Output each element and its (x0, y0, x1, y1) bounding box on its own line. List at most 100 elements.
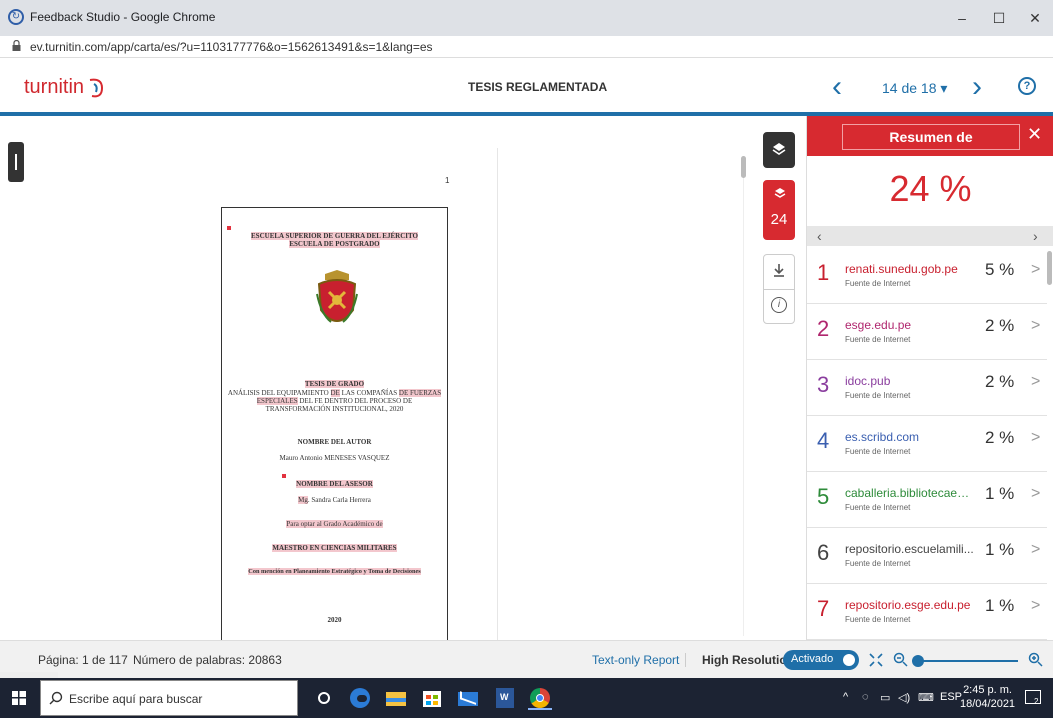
panel-scrollbar-thumb[interactable] (1047, 251, 1052, 285)
match-overview-button[interactable]: 24 (763, 180, 795, 240)
tray-network-icon[interactable]: ▭ (880, 691, 890, 704)
doc-line-grado: Para optar al Grado Académico de (286, 520, 383, 528)
doc-line-asesor: Mg. Sandra Carla Herrera (298, 496, 371, 504)
document-page-selector[interactable]: 14 de 18 ▾ (882, 80, 947, 97)
doc-line-analisis-1: ANÁLISIS DEL EQUIPAMIENTO DE LAS COMPAÑÍ… (227, 389, 442, 397)
windows-taskbar: Escribe aquí para buscar W ^ ◌ ▭ ◁) ⌨ ES… (0, 678, 1053, 718)
toggle-knob (843, 654, 855, 666)
document-title: TESIS REGLAMENTADA (468, 80, 608, 94)
match-source: repositorio.esge.edu.pe (845, 598, 971, 612)
word-count: Número de palabras: 20863 (133, 653, 282, 667)
zoom-in-icon[interactable] (1028, 652, 1044, 668)
window-title: Feedback Studio - Google Chrome (30, 10, 216, 24)
scrollbar-track[interactable] (743, 156, 744, 636)
clock-time: 2:45 p. m. (963, 684, 1012, 696)
match-row[interactable]: 2 esge.edu.pe Fuente de Internet 2 % > (807, 304, 1047, 360)
match-row[interactable]: 3 idoc.pub Fuente de Internet 2 % > (807, 360, 1047, 416)
match-row[interactable]: 4 es.scribd.com Fuente de Internet 2 % > (807, 416, 1047, 472)
doc-line-asesor-label: NOMBRE DEL ASESOR (296, 480, 373, 488)
taskbar-search-box[interactable]: Escribe aquí para buscar (40, 680, 298, 716)
task-view-icon[interactable] (312, 686, 336, 710)
maximize-button[interactable]: ☐ (984, 6, 1014, 30)
panel-title: Resumen de coincidencias (842, 124, 1020, 169)
match-type: Fuente de Internet (845, 335, 911, 344)
side-panel-handle[interactable] (8, 142, 24, 182)
match-percent: 1 % (985, 540, 1015, 559)
info-icon[interactable]: i (771, 297, 787, 313)
match-type: Fuente de Internet (845, 615, 911, 624)
tray-keyboard-icon[interactable]: ⌨ (918, 691, 934, 704)
help-icon[interactable]: ? (1018, 77, 1036, 95)
panel-prev-button[interactable]: ‹ (817, 228, 822, 244)
file-explorer-icon[interactable] (384, 686, 408, 710)
word-icon[interactable]: W (492, 686, 516, 710)
chrome-icon[interactable] (528, 686, 552, 710)
match-number: 7 (817, 596, 830, 621)
match-row[interactable]: 6 repositorio.escuelamili... Fuente de I… (807, 528, 1047, 584)
prev-document-button[interactable]: ‹ (832, 72, 842, 102)
document-viewer[interactable]: 1 ESCUELA SUPERIOR DE GUERRA DEL EJÉRCIT… (0, 120, 806, 647)
panel-header: Resumen de coincidencias ✕ (807, 116, 1053, 169)
close-window-button[interactable]: ✕ (1020, 6, 1050, 30)
notification-icon[interactable]: 2 (1025, 690, 1041, 706)
edge-browser-icon[interactable] (348, 686, 372, 710)
tray-chevron-up-icon[interactable]: ^ (843, 691, 848, 703)
chevron-right-icon[interactable]: > (1031, 541, 1040, 559)
doc-line-autor-label: NOMBRE DEL AUTOR (297, 438, 372, 446)
match-row[interactable]: 1 renati.sunedu.gob.pe Fuente de Interne… (807, 248, 1047, 304)
match-number: 5 (817, 484, 830, 509)
layers-icon (774, 188, 786, 198)
doc-line-analisis-3: TRANSFORMACIÓN INSTITUCIONAL, 2020 (265, 405, 404, 413)
institution-crest-icon (316, 270, 358, 323)
scrollbar-thumb[interactable] (741, 156, 746, 178)
layers-button[interactable] (763, 132, 795, 168)
url-text[interactable]: ev.turnitin.com/app/carta/es/?u=11031777… (30, 40, 433, 54)
chevron-right-icon[interactable]: > (1031, 597, 1040, 615)
fit-to-page-icon[interactable] (868, 652, 884, 668)
taskbar-clock[interactable]: 2:45 p. m. 18/04/2021 (960, 683, 1015, 711)
match-overview-panel: Resumen de coincidencias ✕ 24 % ‹ › 1 re… (806, 116, 1053, 640)
doc-line-autor: Mauro Antonio MENESES VASQUEZ (279, 454, 390, 462)
match-source: caballeria.bibliotecaep.... (845, 486, 975, 500)
address-bar[interactable]: ev.turnitin.com/app/carta/es/?u=11031777… (0, 36, 1053, 58)
doc-line-mencion: Con mención en Planeamiento Estratégico … (248, 568, 421, 575)
windows-start-icon[interactable] (12, 691, 26, 705)
text-only-report-link[interactable]: Text-only Report (592, 653, 679, 667)
page-count: Página: 1 de 117 (38, 653, 128, 667)
chevron-right-icon[interactable]: > (1031, 261, 1040, 279)
high-resolution-toggle[interactable]: Activado (783, 650, 859, 670)
match-percent: 5 % (985, 260, 1015, 279)
match-type: Fuente de Internet (845, 391, 911, 400)
zoom-slider-handle[interactable] (912, 655, 924, 667)
store-icon[interactable] (420, 686, 444, 710)
panel-close-button[interactable]: ✕ (1027, 124, 1042, 145)
match-flag (227, 226, 231, 230)
match-row[interactable]: 7 repositorio.esge.edu.pe Fuente de Inte… (807, 584, 1047, 640)
zoom-out-icon[interactable] (893, 652, 909, 668)
chevron-right-icon[interactable]: > (1031, 429, 1040, 447)
turnitin-logo: turnitin (24, 76, 85, 98)
minimize-button[interactable]: – (947, 6, 977, 30)
chevron-right-icon[interactable]: > (1031, 373, 1040, 391)
zoom-slider-track[interactable] (918, 660, 1018, 662)
match-source: idoc.pub (845, 374, 891, 388)
chevron-right-icon[interactable]: > (1031, 485, 1040, 503)
mail-icon[interactable] (456, 686, 480, 710)
next-document-button[interactable]: › (972, 72, 982, 102)
layers-icon (772, 143, 786, 155)
panel-next-button[interactable]: › (1033, 228, 1038, 244)
tray-wifi-icon[interactable]: ◌ (862, 691, 869, 703)
match-type: Fuente de Internet (845, 447, 911, 456)
doc-line-analisis-2: ESPECIALES DEL FE DENTRO DEL PROCESO DE (256, 397, 413, 405)
rail-divider (764, 289, 794, 290)
match-source: renati.sunedu.gob.pe (845, 262, 958, 276)
doc-line-year: 2020 (327, 616, 342, 624)
tray-volume-icon[interactable]: ◁) (898, 691, 910, 704)
chevron-right-icon[interactable]: > (1031, 317, 1040, 335)
match-source: repositorio.escuelamili... (845, 542, 974, 556)
match-row[interactable]: 5 caballeria.bibliotecaep.... Fuente de … (807, 472, 1047, 528)
tray-language[interactable]: ESP (940, 691, 962, 703)
column-divider (497, 148, 498, 640)
download-icon[interactable] (771, 261, 787, 281)
turnitin-favicon-icon: ↻ (8, 9, 24, 25)
